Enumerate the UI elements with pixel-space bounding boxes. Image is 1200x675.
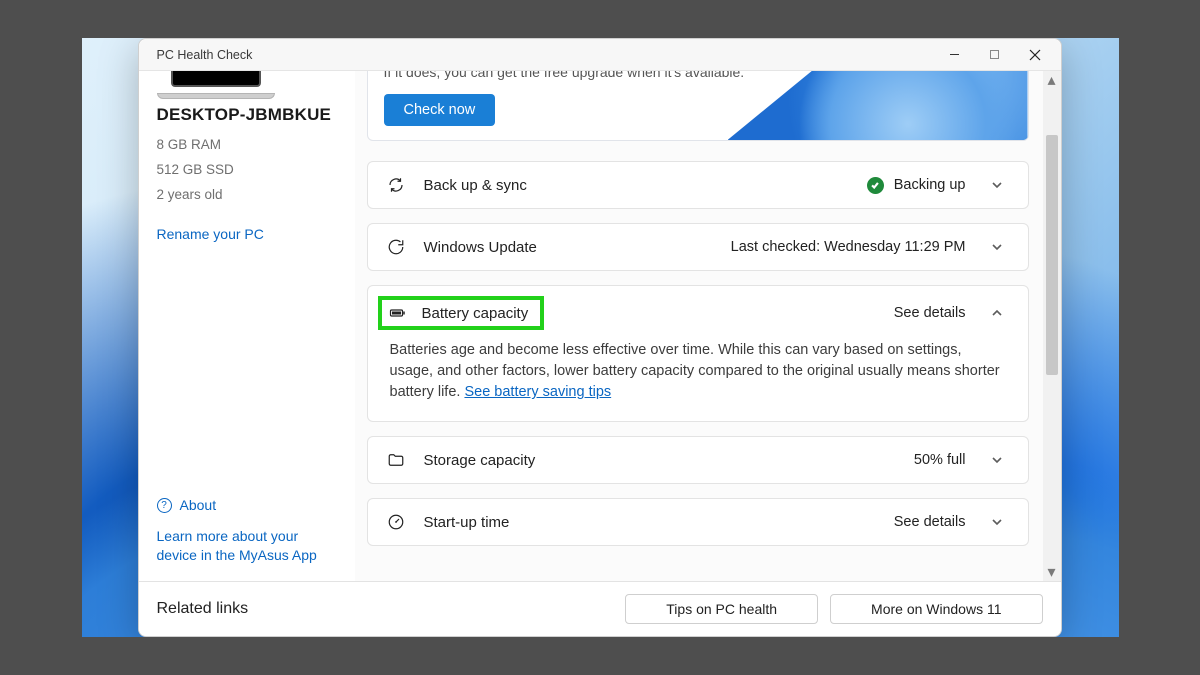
card-update: Windows Update Last checked: Wednesday 1… xyxy=(367,223,1029,271)
battery-tips-link[interactable]: See battery saving tips xyxy=(464,384,611,400)
check-now-button[interactable]: Check now xyxy=(384,94,496,126)
spec-ram: 8 GB RAM xyxy=(157,137,337,152)
minimize-button[interactable] xyxy=(935,41,975,69)
card-battery-action-text: See details xyxy=(894,305,966,321)
related-links-label: Related links xyxy=(157,600,249,618)
vertical-scrollbar[interactable]: ▴ ▾ xyxy=(1043,71,1061,581)
close-button[interactable] xyxy=(1015,41,1055,69)
chevron-up-icon xyxy=(984,307,1010,319)
card-storage-status: 50% full xyxy=(914,452,966,468)
card-battery-title: Battery capacity xyxy=(422,305,529,322)
card-battery-header[interactable]: Battery capacity See details xyxy=(368,286,1028,340)
chevron-down-icon xyxy=(984,241,1010,253)
scroll-down-arrow[interactable]: ▾ xyxy=(1043,563,1061,581)
laptop-illustration xyxy=(157,77,275,99)
chevron-down-icon xyxy=(984,179,1010,191)
about-label: About xyxy=(180,497,217,513)
help-icon: ? xyxy=(157,498,172,513)
card-backup-status-text: Backing up xyxy=(894,177,966,193)
card-startup: Start-up time See details xyxy=(367,498,1029,546)
card-backup-status: Backing up xyxy=(867,177,966,194)
card-backup-title: Back up & sync xyxy=(424,177,527,194)
window-body: DESKTOP-JBMBKUE 8 GB RAM 512 GB SSD 2 ye… xyxy=(139,71,1061,581)
titlebar-left: PC Health Check xyxy=(149,48,253,62)
more-win11-button[interactable]: More on Windows 11 xyxy=(830,594,1042,624)
card-storage: Storage capacity 50% full xyxy=(367,436,1029,484)
letterbox-frame: PC Health Check DESKTOP-JBMBKUE 8 GB RA xyxy=(0,0,1200,675)
win11-upgrade-banner: If it does, you can get the free upgrade… xyxy=(367,71,1029,141)
card-battery-action: See details xyxy=(894,305,966,321)
sync-icon xyxy=(386,176,406,194)
card-storage-status-text: 50% full xyxy=(914,452,966,468)
scroll-thumb[interactable] xyxy=(1046,135,1058,375)
card-update-status: Last checked: Wednesday 11:29 PM xyxy=(731,239,966,255)
spec-age: 2 years old xyxy=(157,187,337,202)
main-panel: If it does, you can get the free upgrade… xyxy=(355,71,1061,581)
gauge-icon xyxy=(386,513,406,531)
maximize-button[interactable] xyxy=(975,41,1015,69)
card-startup-header[interactable]: Start-up time See details xyxy=(368,499,1028,545)
card-battery: Battery capacity See details Batteries a… xyxy=(367,285,1029,422)
about-link[interactable]: ? About xyxy=(157,497,337,513)
card-startup-action: See details xyxy=(894,514,966,530)
status-ok-icon xyxy=(867,177,884,194)
rename-pc-link[interactable]: Rename your PC xyxy=(157,226,337,242)
spec-storage: 512 GB SSD xyxy=(157,162,337,177)
card-backup-header[interactable]: Back up & sync Backing up xyxy=(368,162,1028,208)
card-startup-action-text: See details xyxy=(894,514,966,530)
sidebar: DESKTOP-JBMBKUE 8 GB RAM 512 GB SSD 2 ye… xyxy=(139,71,355,581)
win11-bloom-art xyxy=(728,71,1028,140)
device-name: DESKTOP-JBMBKUE xyxy=(157,105,337,125)
card-update-header[interactable]: Windows Update Last checked: Wednesday 1… xyxy=(368,224,1028,270)
titlebar: PC Health Check xyxy=(139,39,1061,71)
card-startup-title: Start-up time xyxy=(424,514,510,531)
card-update-title: Windows Update xyxy=(424,239,537,256)
update-icon xyxy=(386,238,406,256)
battery-icon xyxy=(388,304,408,322)
scroll-up-arrow[interactable]: ▴ xyxy=(1043,71,1061,89)
pc-health-check-window: PC Health Check DESKTOP-JBMBKUE 8 GB RA xyxy=(138,38,1062,637)
chevron-down-icon xyxy=(984,516,1010,528)
card-update-status-text: Last checked: Wednesday 11:29 PM xyxy=(731,239,966,255)
card-backup: Back up & sync Backing up xyxy=(367,161,1029,209)
desktop-wallpaper: PC Health Check DESKTOP-JBMBKUE 8 GB RA xyxy=(82,38,1119,637)
sidebar-bottom: ? About Learn more about your device in … xyxy=(157,497,337,569)
footer-bar: Related links Tips on PC health More on … xyxy=(139,581,1061,636)
card-battery-body: Batteries age and become less effective … xyxy=(368,340,1028,421)
main-scroll-area: If it does, you can get the free upgrade… xyxy=(355,71,1041,581)
folder-icon xyxy=(386,451,406,469)
card-storage-header[interactable]: Storage capacity 50% full xyxy=(368,437,1028,483)
window-controls xyxy=(935,41,1055,69)
window-title: PC Health Check xyxy=(157,48,253,62)
tips-button[interactable]: Tips on PC health xyxy=(625,594,818,624)
highlight-box: Battery capacity xyxy=(378,296,545,330)
chevron-down-icon xyxy=(984,454,1010,466)
card-storage-title: Storage capacity xyxy=(424,452,536,469)
learn-more-link[interactable]: Learn more about your device in the MyAs… xyxy=(157,527,337,565)
